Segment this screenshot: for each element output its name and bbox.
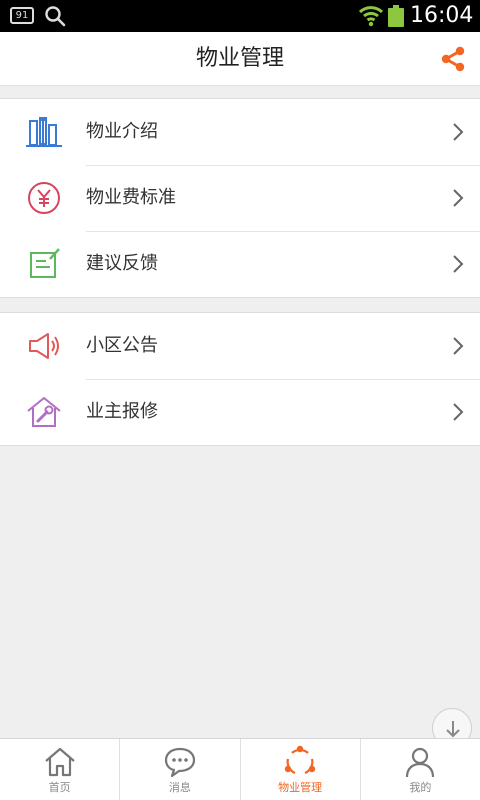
house-wrench-icon <box>27 397 61 427</box>
person-icon <box>406 747 435 778</box>
chat-icon <box>164 747 195 778</box>
search-icon <box>45 6 66 27</box>
menu-group-community: 小区公告 业主报修 <box>0 312 480 446</box>
megaphone-icon <box>29 333 59 359</box>
chevron-right-icon <box>453 189 464 207</box>
battery-icon <box>388 5 404 27</box>
tab-label: 我的 <box>409 781 432 794</box>
tab-profile[interactable]: 我的 <box>361 739 480 800</box>
status-bar: 91 16:04 <box>0 0 480 32</box>
chevron-right-icon <box>453 123 464 141</box>
arrow-down-icon <box>446 721 460 738</box>
menu-group-property: 物业介绍 物业费标准 建议反馈 <box>0 98 480 298</box>
tab-messages[interactable]: 消息 <box>120 739 241 800</box>
property-icon <box>284 745 316 775</box>
yuan-icon <box>28 182 60 214</box>
menu-item-label: 物业费标准 <box>86 187 176 208</box>
menu-item-label: 小区公告 <box>86 335 158 356</box>
tab-property-management[interactable]: 物业管理 <box>241 739 361 800</box>
tab-label: 首页 <box>48 781 71 794</box>
building-icon <box>26 117 62 147</box>
bottom-tab-bar: 首页 消息 物业管理 我的 <box>0 738 480 800</box>
menu-item-fee-standard[interactable]: 物业费标准 <box>0 165 480 231</box>
app-header: 物业管理 <box>0 32 480 86</box>
menu-item-community-notice[interactable]: 小区公告 <box>0 313 480 379</box>
menu-item-label: 物业介绍 <box>86 121 158 142</box>
wifi-icon <box>358 6 384 27</box>
menu-item-property-intro[interactable]: 物业介绍 <box>0 99 480 165</box>
menu-item-feedback[interactable]: 建议反馈 <box>0 231 480 297</box>
edit-note-icon <box>30 248 60 278</box>
clock-time: 16:04 <box>410 3 474 28</box>
chevron-right-icon <box>453 403 464 421</box>
chevron-right-icon <box>453 337 464 355</box>
menu-item-label: 建议反馈 <box>86 253 158 274</box>
page-title: 物业管理 <box>195 46 284 71</box>
chevron-right-icon <box>453 255 464 273</box>
tab-home[interactable]: 首页 <box>0 739 121 800</box>
menu-item-label: 业主报修 <box>86 401 158 422</box>
notification-count-badge: 91 <box>10 7 34 24</box>
share-icon[interactable] <box>438 44 468 74</box>
tab-label: 消息 <box>168 781 191 794</box>
home-icon <box>44 747 75 777</box>
menu-item-owner-repair[interactable]: 业主报修 <box>0 379 480 445</box>
tab-label: 物业管理 <box>278 781 323 794</box>
